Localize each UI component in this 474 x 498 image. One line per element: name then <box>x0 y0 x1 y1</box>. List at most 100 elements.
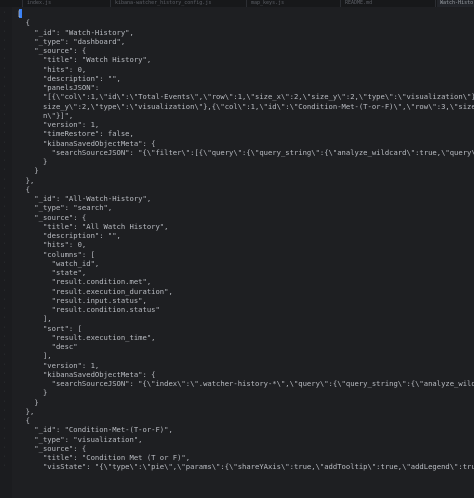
code-line[interactable]: "result.input.status", <box>17 296 147 305</box>
line-number-marker: · <box>2 333 6 340</box>
line-number-marker: · <box>2 361 6 368</box>
line-number-marker: · <box>2 426 6 433</box>
code-line[interactable]: "_id": "All-Watch-History", <box>17 194 151 203</box>
code-line[interactable]: }, <box>17 176 35 185</box>
code-line[interactable]: "title": "All Watch History", <box>17 222 169 231</box>
line-number-marker: · <box>2 343 6 349</box>
line-number-marker: · <box>2 306 6 312</box>
code-line[interactable]: "searchSourceJSON": "{\"index\":\".watch… <box>17 379 474 388</box>
line-number-marker: · <box>2 47 6 53</box>
code-line[interactable]: n\"}]", <box>17 111 73 120</box>
code-line[interactable]: [ <box>17 9 21 18</box>
line-number-marker: · <box>2 241 6 248</box>
line-number-marker: · <box>2 185 6 192</box>
editor-tab[interactable]: README.md <box>342 0 415 7</box>
line-number-marker: · <box>2 352 6 359</box>
editor-tab[interactable]: map_keys.js <box>248 0 321 7</box>
line-number-marker: · <box>2 407 6 414</box>
code-line[interactable]: "result.execution_duration", <box>17 287 173 296</box>
code-line[interactable]: "searchSourceJSON": "{\"filter\":[{\"que… <box>17 148 474 157</box>
line-number-marker: · <box>2 380 6 386</box>
code-line[interactable]: "timeRestore": false, <box>17 129 134 138</box>
code-line[interactable]: "description": "", <box>17 74 121 83</box>
code-line[interactable]: "description": "", <box>17 231 121 240</box>
code-line[interactable]: "panelsJSON": <box>17 83 99 92</box>
code-line[interactable]: ], <box>17 314 52 323</box>
line-number-marker: · <box>2 139 6 146</box>
line-number-marker: · <box>2 130 6 137</box>
line-number-marker: · <box>2 93 6 100</box>
line-number-marker: · <box>2 222 6 229</box>
code-line[interactable]: } <box>17 157 47 166</box>
code-line[interactable]: "_source": { <box>17 46 86 55</box>
code-line[interactable]: "hits": 0, <box>17 240 86 249</box>
tab-divider <box>22 0 23 7</box>
line-number-marker: · <box>2 213 6 220</box>
code-line[interactable]: "version": 1, <box>17 361 99 370</box>
code-line[interactable]: { <box>17 416 30 425</box>
code-line[interactable]: "_id": "Condition-Met-(T-or-F)", <box>17 425 172 434</box>
line-number-marker: · <box>2 278 6 285</box>
line-number-marker: · <box>2 37 6 44</box>
line-number-marker: · <box>2 444 6 451</box>
line-number-marker: · <box>2 176 6 183</box>
line-number-marker: · <box>2 324 6 331</box>
editor-tab-bar: index.js kibana-watcher_history_config.js… <box>0 0 474 7</box>
code-line[interactable]: "title": "Condition Met (T or F)", <box>17 453 190 462</box>
line-number-marker: · <box>2 398 6 405</box>
editor-tab[interactable]: Watch-History <box>437 0 474 7</box>
line-number-marker: · <box>2 74 6 81</box>
line-number-marker: · <box>2 148 6 155</box>
code-line[interactable]: "_source": { <box>17 444 86 453</box>
code-line[interactable]: ], <box>17 351 52 360</box>
line-number-marker: · <box>2 10 6 16</box>
code-line[interactable]: "state", <box>17 268 87 277</box>
code-line[interactable]: size_y\":2,\"type\":\"visualization\"},{… <box>17 102 474 111</box>
line-number-marker: · <box>2 102 6 109</box>
code-line[interactable]: "_type": "visualization", <box>17 435 142 444</box>
code-line[interactable]: "hits": 0, <box>17 65 86 74</box>
line-number-marker: · <box>2 269 6 275</box>
line-number-marker: · <box>2 463 6 470</box>
code-line[interactable]: "_id": "Watch-History", <box>17 28 134 37</box>
line-number-marker: · <box>2 65 6 72</box>
code-line[interactable]: "title": "Watch History", <box>17 55 151 64</box>
code-line[interactable]: }, <box>17 407 35 416</box>
code-line[interactable]: } <box>17 388 47 397</box>
code-line[interactable]: } <box>17 398 38 407</box>
line-number-marker: · <box>2 454 6 460</box>
tab-divider <box>340 0 341 7</box>
editor-tab[interactable]: kibana-watcher_history_config.js <box>112 0 215 7</box>
code-line[interactable]: "result.execution_time", <box>17 333 156 342</box>
tab-divider <box>110 0 111 7</box>
editor-tab[interactable]: index.js <box>24 0 97 7</box>
code-line[interactable]: "kibanaSavedObjectMeta": { <box>17 370 156 379</box>
code-line[interactable]: "_type": "search", <box>17 203 112 212</box>
code-line[interactable]: "[{\"col\":1,\"id\":\"Total-Events\",\"r… <box>17 92 474 101</box>
code-line[interactable]: "_source": { <box>17 213 86 222</box>
line-number-marker: · <box>2 296 6 303</box>
code-line[interactable]: "result.condition.met", <box>17 277 152 286</box>
code-line[interactable]: "kibanaSavedObjectMeta": { <box>17 139 156 148</box>
code-line[interactable]: "result.condition.status" <box>17 305 160 314</box>
code-line[interactable]: "watch_id", <box>17 259 100 268</box>
line-number-gutter: · · · · · · · · · · · · · · · · · · · · · · · · · · · · · · · · · · · · · · · ·… <box>0 7 12 498</box>
line-number-marker: · <box>2 158 6 164</box>
line-number-marker: · <box>2 417 6 423</box>
code-line[interactable]: { <box>17 18 30 27</box>
line-number-marker: · <box>2 111 6 118</box>
code-line[interactable]: "columns": [ <box>17 250 95 259</box>
code-line[interactable]: { <box>17 185 30 194</box>
line-number-marker: · <box>2 315 6 322</box>
code-line[interactable]: "sort": [ <box>17 324 82 333</box>
code-line[interactable]: "version": 1, <box>17 120 99 129</box>
tab-divider <box>246 0 247 7</box>
code-line[interactable]: "desc" <box>17 342 78 351</box>
code-line[interactable]: "_type": "dashboard", <box>17 37 125 46</box>
code-editor[interactable]: · · · · · · · · · · · · · · · · · · · · · · · · · · · · · · · · · · · · · · · ·… <box>0 7 474 498</box>
line-number-marker: · <box>2 250 6 257</box>
line-number-marker: · <box>2 232 6 238</box>
code-line[interactable]: } <box>17 166 38 175</box>
code-line[interactable]: "visState": "{\"type\":\"pie\",\"params\… <box>17 462 474 471</box>
line-number-marker: · <box>2 435 6 442</box>
